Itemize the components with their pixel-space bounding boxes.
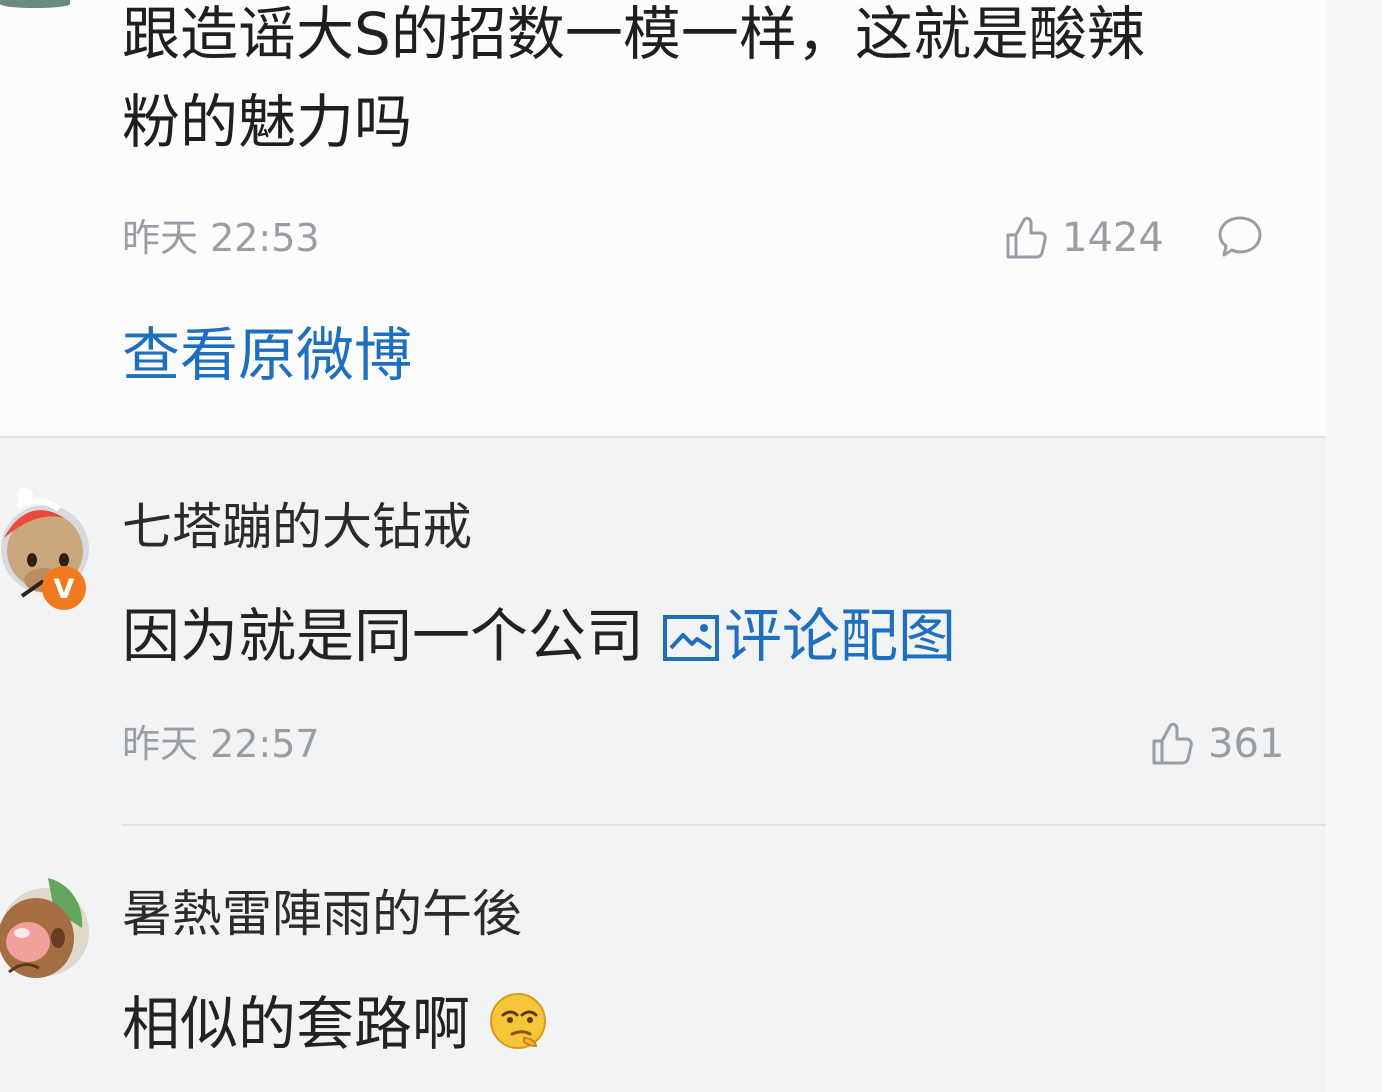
commenter-avatar-capybara-santa[interactable]: V: [0, 486, 90, 611]
post-text-line-1: 跟造谣大S的招数一模一样，这就是酸辣: [122, 0, 1145, 68]
comment-body: 因为就是同一个公司: [122, 602, 645, 670]
right-background-strip: [1326, 0, 1382, 1092]
thinking-face-emoji: [490, 993, 547, 1049]
comment-text: 相似的套路啊: [122, 986, 548, 1062]
original-post-card: 跟造谣大S的招数一模一样，这就是酸辣 粉的魅力吗 昨天 22:53 1424 查…: [0, 0, 1326, 438]
comment-like-button[interactable]: 361: [1148, 720, 1284, 768]
post-like-button[interactable]: 1424: [1002, 214, 1164, 262]
comment-divider: [122, 824, 1326, 826]
comment-body: 相似的套路啊: [122, 990, 471, 1058]
comment-like-count: 361: [1208, 721, 1285, 767]
comment-image-link-label: 评论配图: [724, 602, 957, 670]
post-text: 跟造谣大S的招数一模一样，这就是酸辣 粉的魅力吗: [122, 0, 1242, 166]
comment-image-link[interactable]: 评论配图: [662, 602, 956, 670]
commenter-name[interactable]: 七塔蹦的大钻戒: [122, 495, 472, 559]
commenter-avatar-bear[interactable]: [0, 870, 90, 995]
post-avatar-fragment: [0, 0, 70, 8]
comment-time: 昨天 22:57: [122, 722, 320, 766]
post-like-count: 1424: [1062, 215, 1164, 261]
thumbs-up-icon: [1152, 722, 1193, 765]
thumbs-up-icon: [1006, 216, 1047, 259]
commenter-name[interactable]: 暑熱雷陣雨的午後: [122, 882, 522, 946]
verified-badge-letter: V: [54, 574, 75, 605]
post-text-line-2: 粉的魅力吗: [122, 88, 413, 156]
comment-text: 因为就是同一个公司 评论配图: [122, 598, 956, 674]
comment-bubble-icon[interactable]: [1214, 211, 1266, 263]
view-original-weibo-link[interactable]: 查看原微博: [122, 317, 412, 393]
image-icon: [663, 615, 720, 661]
post-time: 昨天 22:53: [122, 216, 320, 260]
